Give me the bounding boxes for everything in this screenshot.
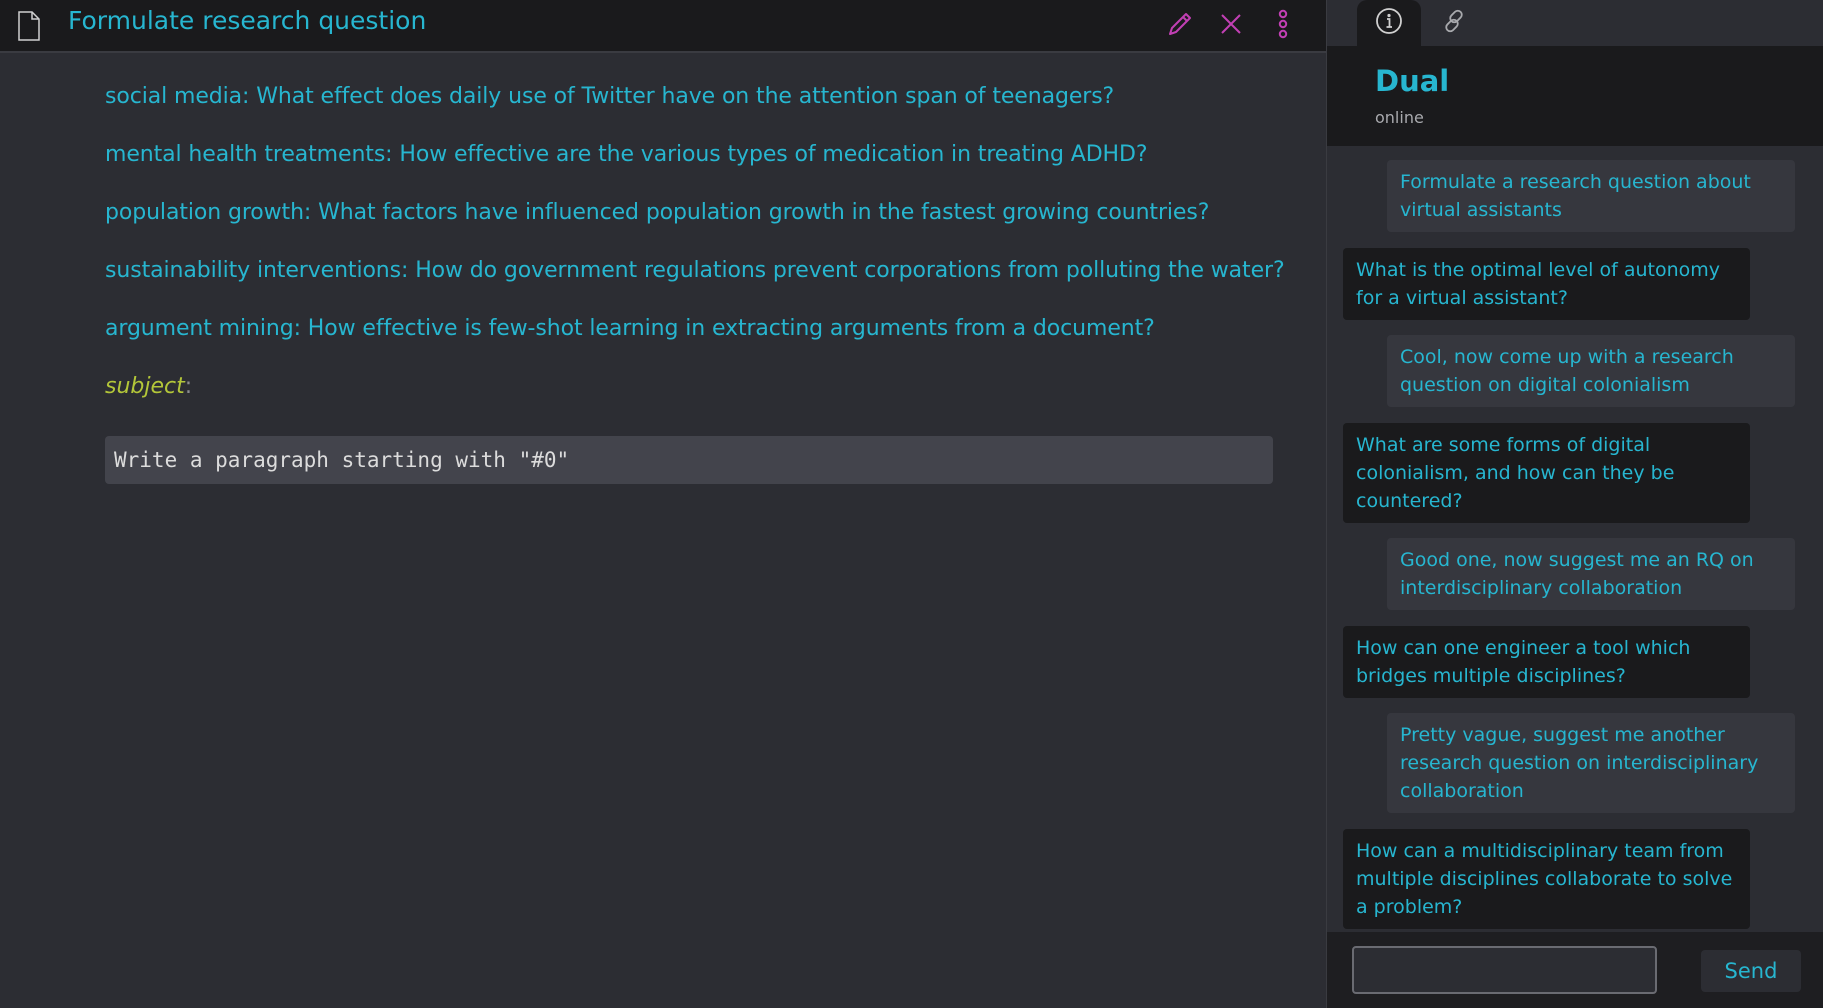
agent-message: How can a multidisciplinary team from mu…: [1343, 829, 1750, 929]
more-options-button[interactable]: [1266, 9, 1300, 43]
example-question: population growth: What factors have inf…: [105, 200, 1210, 225]
chat-pane: Dual online Formulate a research questio…: [1326, 0, 1823, 1008]
document-title: Formulate research question: [68, 6, 427, 35]
user-message: Pretty vague, suggest me another researc…: [1387, 713, 1795, 813]
chat-tabs: [1327, 0, 1823, 46]
agent-message: What is the optimal level of autonomy fo…: [1343, 248, 1750, 320]
subject-label: subject: [105, 374, 185, 399]
document-pane: Formulate research question social media…: [0, 0, 1326, 1008]
close-icon: [1219, 12, 1243, 40]
example-question: sustainability interventions: How do gov…: [105, 258, 1285, 283]
message-list: Formulate a research question about virt…: [1327, 146, 1823, 932]
document-body: social media: What effect does daily use…: [105, 84, 1285, 484]
close-button[interactable]: [1214, 9, 1248, 43]
message-input[interactable]: [1352, 946, 1657, 994]
example-question: social media: What effect does daily use…: [105, 84, 1115, 109]
tab-info[interactable]: [1357, 0, 1421, 46]
chat-header: Dual online: [1327, 46, 1823, 146]
file-icon: [17, 11, 41, 41]
subject-line: subject:: [105, 374, 1275, 424]
agent-message: How can one engineer a tool which bridge…: [1343, 626, 1750, 698]
agent-status: online: [1375, 108, 1424, 127]
agent-name: Dual: [1375, 64, 1450, 98]
edit-button[interactable]: [1163, 9, 1197, 43]
user-message: Cool, now come up with a research questi…: [1387, 335, 1795, 407]
chat-input-bar: Send: [1327, 932, 1823, 1008]
user-message: Good one, now suggest me an RQ on interd…: [1387, 538, 1795, 610]
example-question: argument mining: How effective is few-sh…: [105, 316, 1155, 341]
example-question: mental health treatments: How effective …: [105, 142, 1148, 167]
prompt-code-block[interactable]: Write a paragraph starting with "#0": [105, 436, 1273, 484]
agent-message: What are some forms of digital coloniali…: [1343, 423, 1750, 523]
send-button[interactable]: Send: [1701, 950, 1801, 992]
document-header: Formulate research question: [0, 0, 1326, 53]
info-icon: [1375, 7, 1403, 39]
user-message: Formulate a research question about virt…: [1387, 160, 1795, 232]
subject-colon: :: [184, 374, 193, 399]
app-window: Formulate research question social media…: [0, 0, 1823, 1008]
pencil-icon: [1166, 10, 1194, 42]
link-icon: [1440, 7, 1468, 39]
more-vertical-icon: [1277, 9, 1289, 43]
tab-links[interactable]: [1422, 0, 1486, 46]
